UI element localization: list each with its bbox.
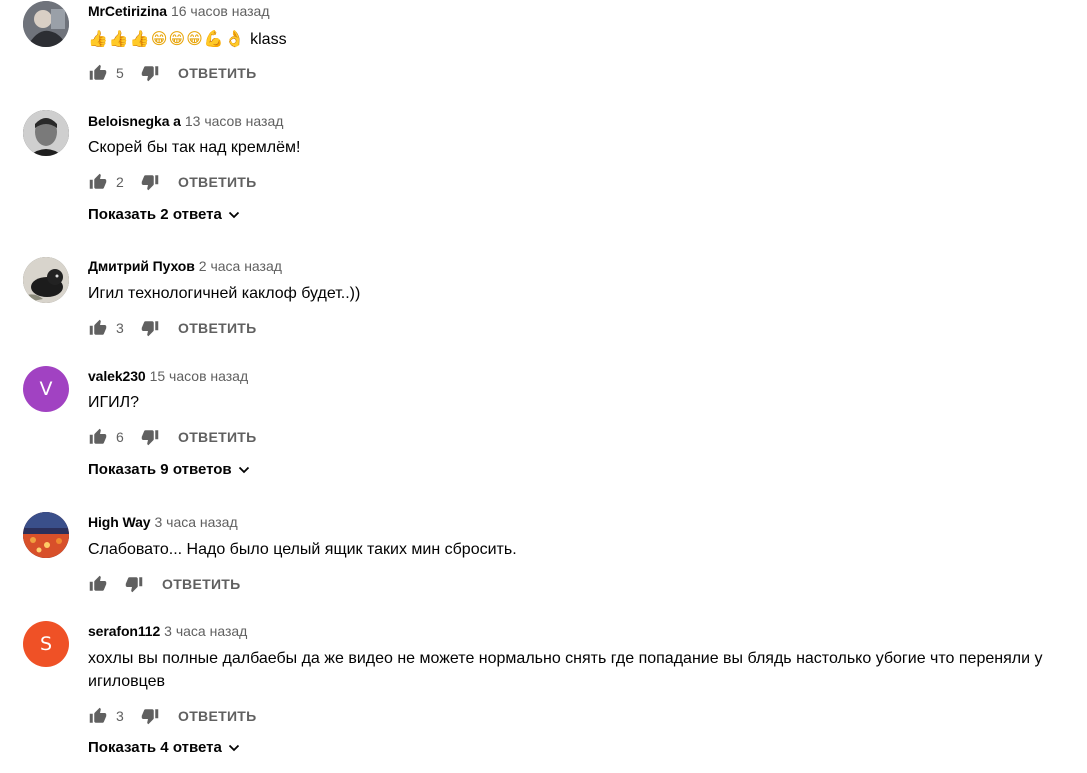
comment-actions: ОТВЕТИТЬ — [88, 572, 241, 596]
like-count: 6 — [116, 429, 124, 445]
thumb-down-icon[interactable] — [140, 706, 160, 726]
avatar[interactable] — [23, 110, 69, 156]
comment-text: 👍👍👍😁😁😁💪👌 klass — [88, 27, 1078, 51]
avatar[interactable] — [23, 257, 69, 303]
comment-header: MrCetirizina 16 часов назад — [88, 2, 269, 20]
thumb-up-icon[interactable] — [88, 427, 108, 447]
avatar[interactable] — [23, 1, 69, 47]
comment-time[interactable]: 3 часа назад — [154, 514, 237, 530]
reply-button[interactable]: ОТВЕТИТЬ — [178, 429, 257, 445]
show-replies-button[interactable]: Показать 2 ответа — [88, 206, 240, 223]
reply-button[interactable]: ОТВЕТИТЬ — [178, 174, 257, 190]
reply-button[interactable]: ОТВЕТИТЬ — [178, 320, 257, 336]
avatar-letter: S — [39, 633, 53, 655]
comment-actions: 3 ОТВЕТИТЬ — [88, 316, 257, 340]
author-name[interactable]: Beloisnegka a — [88, 113, 181, 129]
thumb-up-icon[interactable] — [88, 172, 108, 192]
comment-text: Игил технологичней каклоф будет..)) — [88, 285, 361, 302]
comment-actions: 6 ОТВЕТИТЬ — [88, 425, 257, 449]
comment-header: valek230 15 часов назад — [88, 367, 248, 385]
comment-time[interactable]: 2 часа назад — [199, 258, 282, 274]
avatar-letter: V — [39, 378, 53, 400]
emoji-row: 👍👍👍😁😁😁💪👌 — [88, 29, 246, 48]
comment-text: хохлы вы полные далбаебы да же видео не … — [88, 650, 1043, 690]
author-name[interactable]: serafon112 — [88, 623, 160, 639]
comment-actions: 5 ОТВЕТИТЬ — [88, 61, 257, 85]
chevron-down-icon — [228, 211, 239, 218]
comment-text: Скорей бы так над кремлём! — [88, 139, 301, 156]
comment-time[interactable]: 15 часов назад — [150, 368, 249, 384]
author-name[interactable]: Дмитрий Пухов — [88, 258, 195, 274]
avatar[interactable] — [23, 512, 69, 558]
show-replies-label: Показать 2 ответа — [88, 206, 222, 223]
comment-actions: 2 ОТВЕТИТЬ — [88, 170, 257, 194]
thumb-up-icon[interactable] — [88, 318, 108, 338]
thumb-down-icon[interactable] — [140, 63, 160, 83]
reply-button[interactable]: ОТВЕТИТЬ — [178, 708, 257, 724]
show-replies-button[interactable]: Показать 9 ответов — [88, 461, 250, 478]
comment-header: Beloisnegka a 13 часов назад — [88, 112, 283, 130]
thumb-up-icon[interactable] — [88, 63, 108, 83]
show-replies-label: Показать 4 ответа — [88, 739, 222, 756]
author-name[interactable]: MrCetirizina — [88, 3, 167, 19]
like-count: 3 — [116, 708, 124, 724]
like-count: 3 — [116, 320, 124, 336]
like-count: 2 — [116, 174, 124, 190]
comment-actions: 3 ОТВЕТИТЬ — [88, 704, 257, 728]
comment-header: Дмитрий Пухов 2 часа назад — [88, 257, 282, 275]
comment-time[interactable]: 16 часов назад — [171, 3, 270, 19]
reply-button[interactable]: ОТВЕТИТЬ — [178, 65, 257, 81]
comment-time[interactable]: 13 часов назад — [185, 113, 284, 129]
thumb-down-icon[interactable] — [124, 574, 144, 594]
comment-time[interactable]: 3 часа назад — [164, 623, 247, 639]
thumb-up-icon[interactable] — [88, 574, 108, 594]
comment-text-word: klass — [250, 31, 287, 48]
comment-text: Слабовато... Надо было целый ящик таких … — [88, 541, 517, 558]
avatar[interactable]: V — [23, 366, 69, 412]
thumb-down-icon[interactable] — [140, 318, 160, 338]
show-replies-button[interactable]: Показать 4 ответа — [88, 739, 240, 756]
chevron-down-icon — [228, 744, 239, 751]
reply-button[interactable]: ОТВЕТИТЬ — [162, 576, 241, 592]
like-count: 5 — [116, 65, 124, 81]
comment-text: ИГИЛ? — [88, 394, 140, 411]
comment-header: High Way 3 часа назад — [88, 513, 238, 531]
thumb-down-icon[interactable] — [140, 172, 160, 192]
thumb-up-icon[interactable] — [88, 706, 108, 726]
chevron-down-icon — [238, 466, 249, 473]
comment-header: serafon112 3 часа назад — [88, 622, 247, 640]
thumb-down-icon[interactable] — [140, 427, 160, 447]
show-replies-label: Показать 9 ответов — [88, 461, 232, 478]
author-name[interactable]: High Way — [88, 514, 151, 530]
author-name[interactable]: valek230 — [88, 368, 146, 384]
avatar[interactable]: S — [23, 621, 69, 667]
